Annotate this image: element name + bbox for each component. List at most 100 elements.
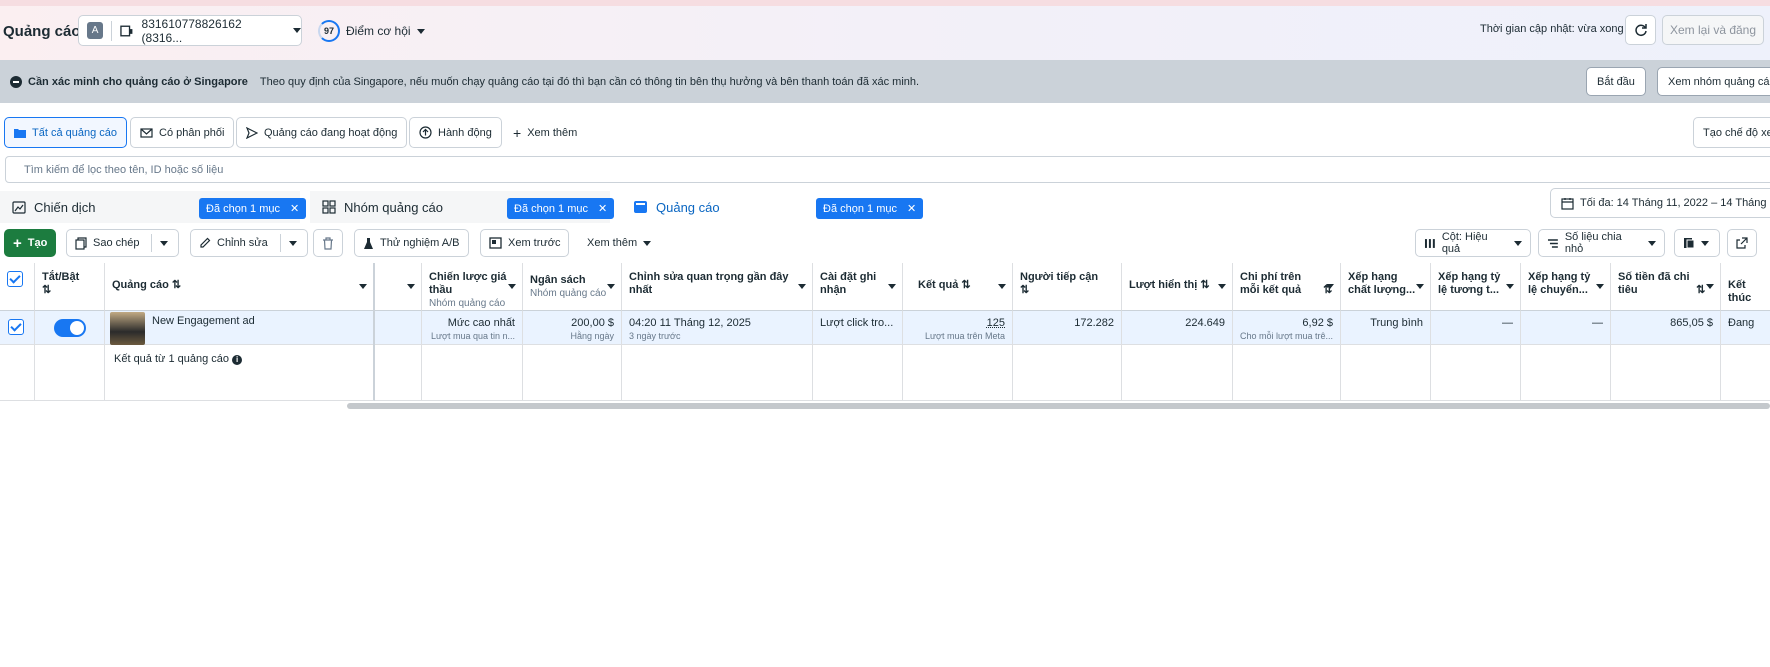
chip-label: Có phân phối [159,126,225,139]
checkbox[interactable] [8,319,24,335]
selected-pill-ads[interactable]: Đã chọn 1 mục ✕ [816,198,924,219]
row-results[interactable]: 125 Lượt mua trên Meta [903,311,1013,345]
summary-cell [375,345,422,401]
header-budget[interactable]: Ngân sách Nhóm quảng cáo [523,263,622,311]
chevron-down-icon [1596,284,1604,289]
duplicate-button[interactable]: Sao chép [66,229,179,257]
row-ad-cell[interactable]: New Engagement ad [105,311,375,345]
chip-actions[interactable]: Hành động [409,117,502,148]
review-publish-button[interactable]: Xem lại và đăng [1662,15,1764,45]
create-view-button[interactable]: Tạo chế độ xe [1693,117,1770,148]
date-range-picker[interactable]: Tối đa: 14 Tháng 11, 2022 – 14 Tháng 12, [1550,188,1770,218]
send-icon [246,126,258,139]
header-impressions[interactable]: Lượt hiển thị ⇅ [1122,263,1233,311]
header-amount-spent[interactable]: Số tiền đã chi tiêu ⇅ [1611,263,1721,311]
selected-pill-campaigns[interactable]: Đã chọn 1 mục ✕ [199,198,307,219]
plus-icon: + [13,234,22,252]
delivery-toggle[interactable] [54,319,86,337]
view-adsets-button[interactable]: Xem nhóm quảng cáo [1657,67,1770,96]
chevron-down-icon [1218,284,1226,289]
row-amount-spent: 865,05 $ [1611,311,1721,345]
header-cost-per-result[interactable]: Chi phí trên mỗi kết quả ⇅ [1233,263,1341,311]
chevron-down-icon [416,28,425,34]
row-checkbox-cell[interactable] [0,311,35,345]
delete-button[interactable] [313,229,343,257]
summary-cell [1233,345,1341,401]
chip-active-ads[interactable]: Quảng cáo đang hoạt động [236,117,408,148]
cell-value[interactable]: 125 [987,317,1005,329]
chip-label: Quảng cáo đang hoạt động [264,126,398,139]
header-label: Quảng cáo [112,279,169,291]
header-toggle[interactable]: Tắt/Bật ⇅ [35,263,105,311]
duplicate-dropdown[interactable] [151,234,169,252]
flask-icon [364,237,373,249]
chevron-down-icon [1416,284,1424,289]
more-filters-button[interactable]: + Xem thêm [504,117,586,148]
more-actions-button[interactable]: Xem thêm [579,229,660,257]
header-quality-rank[interactable]: Xếp hạng chất lượng... [1341,263,1431,311]
export-button[interactable] [1727,229,1757,257]
chip-delivering[interactable]: Có phân phối [130,117,235,148]
header-attribution[interactable]: Cài đặt ghi nhận [813,263,903,311]
selected-pill-adsets[interactable]: Đã chọn 1 mục ✕ [507,198,615,219]
header-engagement-rank[interactable]: Xếp hạng tỷ lệ tương t... [1431,263,1521,311]
header-conversion-rank[interactable]: Xếp hạng tỷ lệ chuyển... [1521,263,1611,311]
pill-label: Đã chọn 1 mục [823,202,897,215]
close-icon[interactable]: ✕ [598,202,607,215]
header-bid-strategy[interactable]: Chiến lược giá thầu Nhóm quảng cáo [422,263,523,311]
account-selector[interactable]: A 831610778826162 (8316... [78,15,302,46]
edit-dropdown[interactable] [279,234,297,252]
cell-value: Mức cao nhất [447,317,515,329]
checkbox[interactable] [7,271,23,287]
header-label: Lượt hiển thị [1129,279,1198,291]
chevron-down-icon [1648,240,1656,246]
close-icon[interactable]: ✕ [907,202,916,215]
breakdown-dropdown[interactable]: Số liệu chia nhỏ [1538,229,1665,257]
chevron-down-icon [1706,284,1714,289]
edit-button[interactable]: Chỉnh sửa [190,229,308,257]
date-range-label: Tối đa: 14 Tháng 11, 2022 – 14 Tháng 12, [1580,197,1770,209]
chevron-down-icon [1326,284,1334,289]
chevron-down-icon [643,240,652,246]
close-icon[interactable]: ✕ [290,202,299,215]
row-toggle-cell[interactable] [35,311,105,345]
chevron-down-icon [888,284,896,289]
ad-thumbnail[interactable] [110,311,145,345]
header-ad[interactable]: Quảng cáo ⇅ [105,263,375,311]
chevron-down-icon [508,284,516,289]
header-label: Xếp hạng chất lượng... [1348,271,1416,296]
export-icon [1736,237,1748,249]
row-budget[interactable]: 200,00 $ Hằng ngày [523,311,622,345]
cell-value: Đang [1728,317,1755,329]
row-last-edit: 04:20 11 Tháng 12, 2025 3 ngày trước [622,311,813,345]
chip-all-ads[interactable]: Tất cả quảng cáo [4,117,128,148]
header-ends[interactable]: Kết thúc [1721,263,1770,311]
reports-dropdown[interactable] [1674,229,1720,257]
summary-cell [1721,345,1770,401]
header-label: Ngân sách [530,274,586,286]
opportunity-score[interactable]: 97 Điểm cơ hội [318,20,425,42]
header-label: Kết quả [918,279,959,291]
refresh-button[interactable] [1625,15,1656,45]
chevron-down-icon [998,284,1006,289]
search-input[interactable]: Tìm kiếm để lọc theo tên, ID hoặc số liệ… [5,156,1770,183]
columns-dropdown[interactable]: Cột: Hiệu quả [1415,229,1531,257]
create-button[interactable]: + Tạo [4,229,57,257]
header-label: Chiến lược giá thầu [429,271,507,296]
header-reach[interactable]: Người tiếp cận ⇅ [1013,263,1122,311]
folder-icon [14,128,26,138]
cell-sub: Lượt mua qua tin n... [431,331,515,341]
header-last-edit[interactable]: Chỉnh sửa quan trọng gần đây nhất [622,263,813,311]
header-results[interactable]: Kết quả ⇅ [903,263,1013,311]
ab-test-button[interactable]: Thử nghiệm A/B [354,229,469,257]
create-label: Tạo [27,237,48,249]
start-button[interactable]: Bắt đầu [1586,67,1646,96]
score-ring: 97 [318,20,340,42]
horizontal-scrollbar[interactable] [347,403,1770,409]
cell-value: 200,00 $ [571,317,614,329]
header-select-all[interactable] [0,263,35,311]
cell-value: — [1592,317,1603,329]
ad-name[interactable]: New Engagement ad [152,315,255,328]
info-icon[interactable]: i [232,355,243,365]
preview-button[interactable]: Xem trước [480,229,570,257]
